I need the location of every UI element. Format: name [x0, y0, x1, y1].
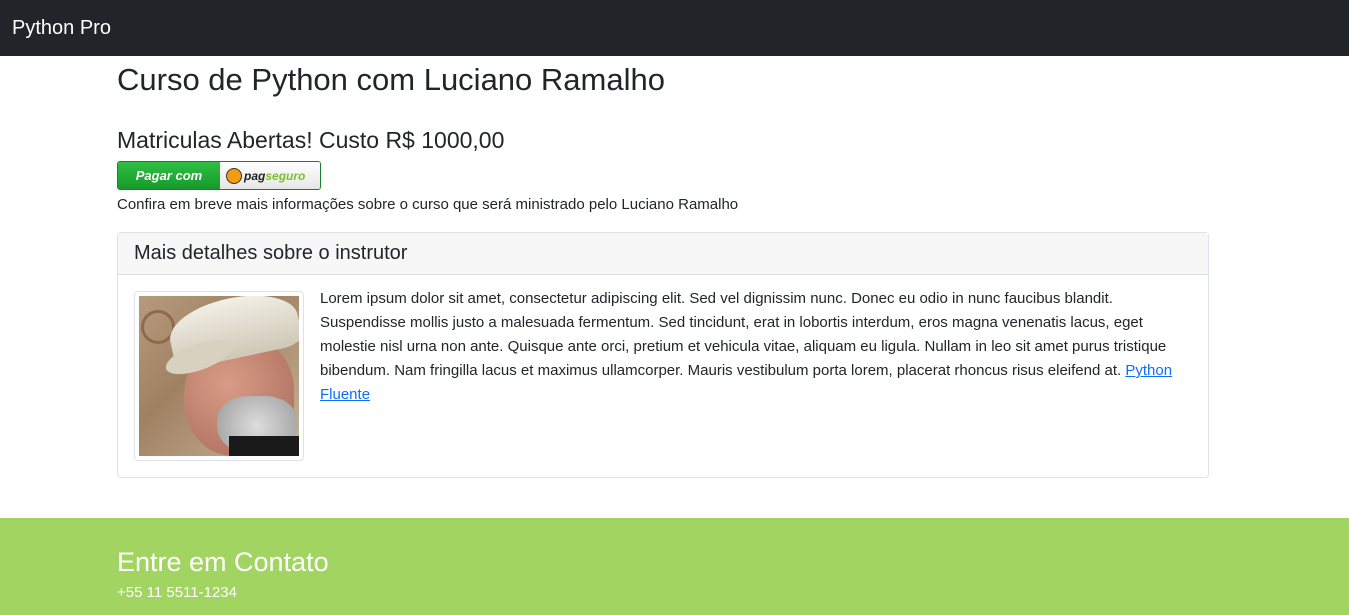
footer-content: Entre em Contato +55 11 5511-1234 [117, 546, 1349, 601]
pagseguro-circle-icon [226, 167, 242, 184]
footer-phone: +55 11 5511-1234 [117, 584, 237, 601]
page-title: Curso de Python com Luciano Ramalho [117, 62, 665, 97]
instructor-photo [139, 296, 299, 456]
instructor-card-header: Mais detalhes sobre o instrutor [118, 233, 1208, 275]
course-note: Confira em breve mais informações sobre … [117, 196, 739, 213]
pagseguro-logo-seguro: seguro [265, 168, 306, 183]
instructor-bio-text: Lorem ipsum dolor sit amet, consectetur … [320, 290, 1167, 379]
footer-title: Entre em Contato [117, 547, 329, 577]
pagseguro-logo-pag: pag [244, 168, 266, 183]
pagseguro-pay-button[interactable]: Pagar com pag seguro [117, 161, 321, 190]
navbar: Python Pro [0, 0, 1349, 56]
pay-button-label: Pagar com [118, 162, 220, 189]
instructor-bio: Lorem ipsum dolor sit amet, consectetur … [320, 287, 1192, 461]
instructor-card: Mais detalhes sobre o instrutor Lorem ip… [117, 232, 1209, 478]
enrollment-subtitle: Matriculas Abertas! Custo R$ 1000,00 [117, 127, 505, 153]
brand-link[interactable]: Python Pro [12, 17, 111, 40]
footer: Entre em Contato +55 11 5511-1234 [0, 518, 1349, 615]
instructor-card-body: Lorem ipsum dolor sit amet, consectetur … [118, 275, 1208, 477]
instructor-photo-thumbnail [134, 291, 304, 461]
main-content: Curso de Python com Luciano Ramalho Matr… [117, 61, 1209, 478]
pagseguro-logo: pag seguro [220, 162, 320, 189]
